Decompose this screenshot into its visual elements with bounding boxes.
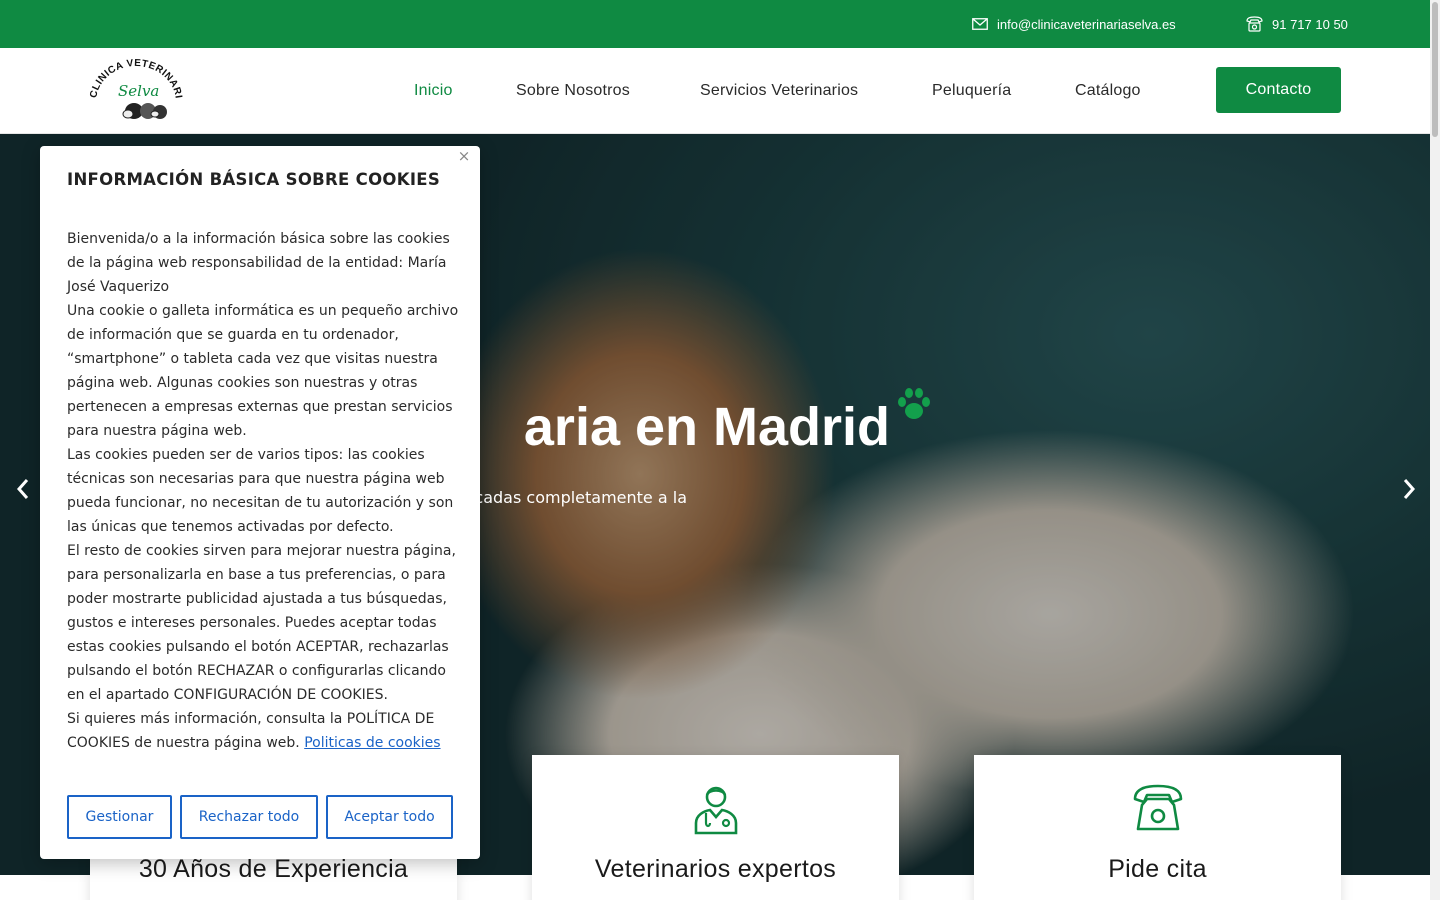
feature-card-appointment[interactable]: Pide cita	[974, 755, 1341, 900]
chevron-right-icon	[1403, 479, 1416, 499]
cookie-paragraph-last: Si quieres más información, consulta la …	[67, 707, 459, 755]
nav-catalogo[interactable]: Catálogo	[1075, 82, 1141, 100]
cookie-paragraph: El resto de cookies sirven para mejorar …	[67, 543, 456, 703]
slider-next-arrow[interactable]	[1394, 474, 1424, 504]
cookie-paragraph: Bienvenida/o a la información básica sob…	[67, 231, 450, 295]
nav-peluqueria[interactable]: Peluquería	[932, 82, 1011, 100]
page-scrollbar[interactable]	[1430, 0, 1440, 900]
feature-card-title: Pide cita	[1108, 855, 1207, 883]
topbar-email-text[interactable]: info@clinicaveterinariaselva.es	[997, 17, 1176, 32]
cookie-consent-panel: × INFORMACIÓN BÁSICA SOBRE COOKIES Bienv…	[40, 146, 480, 859]
telephone-icon	[1133, 784, 1182, 831]
topbar-phone-text[interactable]: 91 717 10 50	[1272, 17, 1348, 32]
feature-card-title: 30 Años de Experiencia	[138, 855, 409, 883]
site-header: CLINICA VETERINARIA Selva Inicio Sobre N…	[0, 48, 1430, 134]
nav-sobre-nosotros[interactable]: Sobre Nosotros	[516, 82, 630, 100]
topbar-phone[interactable]: 91 717 10 50	[1246, 0, 1348, 48]
paw-icon	[898, 388, 930, 419]
logo-text-script: Selva	[118, 82, 159, 100]
manage-cookies-button[interactable]: Gestionar	[67, 795, 172, 839]
contact-button[interactable]: Contacto	[1216, 67, 1341, 113]
cookie-policy-link[interactable]: Politicas de cookies	[304, 735, 440, 751]
envelope-icon	[972, 18, 988, 30]
feature-card-vets: Veterinarios expertos	[532, 755, 899, 900]
topbar-email[interactable]: info@clinicaveterinariaselva.es	[972, 0, 1176, 48]
veterinarian-icon	[694, 786, 737, 835]
top-contact-bar: info@clinicaveterinariaselva.es 91 717 1…	[0, 0, 1430, 48]
close-icon[interactable]: ×	[456, 148, 472, 164]
scrollbar-thumb[interactable]	[1432, 2, 1438, 137]
clinic-logo[interactable]: CLINICA VETERINARIA Selva	[88, 56, 184, 126]
cookie-paragraph: Las cookies pueden ser de varios tipos: …	[67, 447, 454, 535]
nav-servicios-veterinarios[interactable]: Servicios Veterinarios	[700, 82, 858, 100]
cookie-body: Bienvenida/o a la información básica sob…	[67, 227, 459, 755]
slider-prev-arrow[interactable]	[8, 474, 38, 504]
accept-all-button[interactable]: Aceptar todo	[326, 795, 453, 839]
nav-inicio[interactable]: Inicio	[414, 82, 453, 100]
telephone-icon	[1246, 16, 1263, 32]
cookie-paragraph: Una cookie o galleta informática es un p…	[67, 303, 459, 439]
reject-all-button[interactable]: Rechazar todo	[180, 795, 318, 839]
chevron-left-icon	[16, 479, 29, 499]
feature-card-title: Veterinarios expertos	[594, 855, 837, 883]
cookie-title: INFORMACIÓN BÁSICA SOBRE COOKIES	[67, 170, 441, 189]
